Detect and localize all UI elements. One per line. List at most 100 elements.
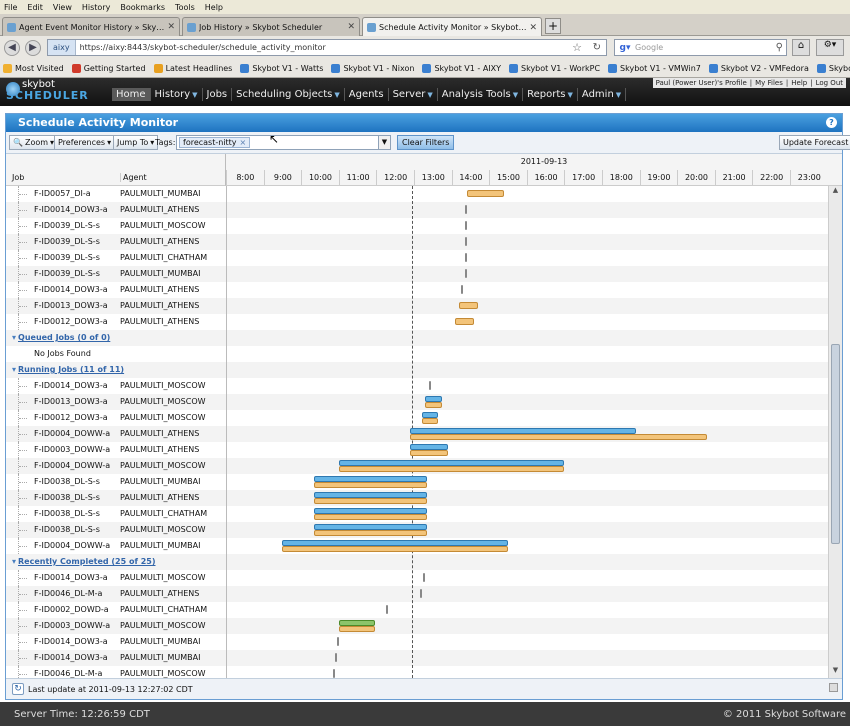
forecast-bar[interactable] [425,402,443,408]
group-title[interactable]: ▾ Recently Completed (25 of 25) [12,557,156,566]
job-marker[interactable] [464,237,467,246]
bookmark-item[interactable]: Most Visited [3,64,64,73]
job-marker[interactable] [464,269,467,278]
menu-item-help[interactable]: Help [205,3,223,12]
bookmark-item[interactable]: Skybot V1 - Nixon [331,64,414,73]
forward-arrow-icon[interactable]: ▶ [25,40,41,56]
job-name[interactable]: F-ID0004_DOWW-a [34,541,110,550]
back-arrow-icon[interactable]: ◀ [4,40,20,56]
job-name[interactable]: F-ID0038_DL-S-s [34,477,100,486]
remove-tag-icon[interactable]: × [240,138,247,147]
job-name[interactable]: F-ID0014_DOW3-a [34,573,108,582]
help-icon[interactable]: ? [826,117,837,128]
url-text[interactable]: https://aixy:8443/skybot-scheduler/sched… [76,43,326,52]
user-link[interactable]: Help [791,79,807,87]
agent-column-header[interactable]: Agent [120,173,147,182]
user-link[interactable]: Log Out [816,79,843,87]
chevron-down-icon[interactable]: ▾ [12,333,16,342]
group-title[interactable]: ▾ Queued Jobs (0 of 0) [12,333,110,342]
job-name[interactable]: F-ID0039_DL-S-s [34,253,100,262]
forecast-bar[interactable] [421,418,439,424]
job-name[interactable]: F-ID0003_DOWW-a [34,445,110,454]
google-icon[interactable]: g▾ [615,40,635,55]
forecast-bar[interactable] [410,450,448,456]
menu-item-bookmarks[interactable]: Bookmarks [120,3,165,12]
bookmark-item[interactable]: Getting Started [71,64,146,73]
job-name[interactable]: F-ID0039_DL-S-s [34,237,100,246]
job-name[interactable]: F-ID0038_DL-S-s [34,493,100,502]
job-name[interactable]: F-ID0003_DOWW-a [34,621,110,630]
menu-item-edit[interactable]: Edit [27,3,43,12]
chevron-down-icon[interactable]: ▾ [12,557,16,566]
job-marker[interactable] [464,205,467,214]
chevron-down-icon[interactable]: ▼ [378,136,390,149]
menu-item-file[interactable]: File [4,3,17,12]
menu-item-view[interactable]: View [53,3,72,12]
scroll-up-icon[interactable]: ▲ [829,186,842,198]
skybot-logo[interactable]: skybot SCHEDULER [6,80,89,101]
nav-item-history[interactable]: History ▼ [151,88,203,101]
user-link[interactable]: Paul (Power User)'s Profile [656,79,747,87]
bookmark-star-icon[interactable]: ☆ [572,41,582,54]
group-title[interactable]: ▾ Running Jobs (11 of 11) [12,365,124,374]
new-tab-button[interactable]: + [545,18,561,34]
job-name[interactable]: F-ID0013_DOW3-a [34,301,108,310]
job-name[interactable]: F-ID0038_DL-S-s [34,509,100,518]
forecast-bar[interactable] [455,318,475,325]
job-name[interactable]: F-ID0014_DOW3-a [34,205,108,214]
browser-tab[interactable]: Job History » Skybot Scheduler ✕ [182,17,360,36]
job-marker[interactable] [429,381,432,390]
job-name[interactable]: F-ID0004_DOWW-a [34,429,110,438]
nav-item-home[interactable]: Home [112,88,151,101]
bookmark-item[interactable]: Skybot V1 - Watts [240,64,323,73]
job-marker[interactable] [461,285,463,294]
tags-input[interactable]: forecast-nitty × ▼ [176,135,391,150]
job-name[interactable]: F-ID0013_DOW3-a [34,397,108,406]
resize-handle-icon[interactable] [829,683,838,692]
forecast-bar[interactable] [314,530,428,536]
site-identity[interactable]: aixy [48,40,76,55]
job-name[interactable]: F-ID0039_DL-S-s [34,221,100,230]
job-marker[interactable] [333,669,336,678]
forecast-bar[interactable] [282,546,508,552]
job-marker[interactable] [336,637,339,646]
job-name[interactable]: F-ID0012_DOW3-a [34,317,108,326]
job-name[interactable]: F-ID0057_DI-a [34,189,91,198]
job-marker[interactable] [464,253,467,262]
bookmark-item[interactable]: Latest Headlines [153,64,232,73]
preferences-button[interactable]: Preferences ▾ [54,135,116,150]
job-marker[interactable] [385,605,388,614]
bookmark-item[interactable]: Skybot-Washington [816,64,850,73]
job-name[interactable]: F-ID0046_DL-M-a [34,669,102,678]
job-name[interactable]: F-ID0014_DOW3-a [34,285,108,294]
nav-item-agents[interactable]: Agents [345,88,389,101]
scroll-thumb[interactable] [831,344,840,544]
job-name[interactable]: F-ID0014_DOW3-a [34,381,108,390]
job-marker[interactable] [335,653,338,662]
close-icon[interactable]: ✕ [347,22,355,32]
refresh-icon[interactable]: ↻ [12,683,24,695]
job-name[interactable]: F-ID0014_DOW3-a [34,653,108,662]
forecast-bar[interactable] [459,302,478,309]
nav-item-analysis-tools[interactable]: Analysis Tools ▼ [438,88,524,101]
nav-item-scheduling-objects[interactable]: Scheduling Objects ▼ [232,88,345,101]
forecast-bar[interactable] [314,482,428,488]
vertical-scrollbar[interactable]: ▲ ▼ [828,186,842,678]
nav-item-jobs[interactable]: Jobs [203,88,233,101]
browser-tab[interactable]: Agent Event Monitor History » Skybot Sc.… [2,17,180,36]
chevron-down-icon[interactable]: ▾ [12,365,16,374]
jump-to-button[interactable]: Jump To ▾ [113,135,159,150]
nav-item-reports[interactable]: Reports ▼ [523,88,578,101]
close-icon[interactable]: ✕ [167,22,175,32]
job-name[interactable]: F-ID0004_DOWW-a [34,461,110,470]
forecast-bar[interactable] [410,434,708,440]
job-marker[interactable] [464,221,467,230]
menu-item-tools[interactable]: Tools [175,3,195,12]
job-name[interactable]: F-ID0038_DL-S-s [34,525,100,534]
job-name[interactable]: F-ID0002_DOWD-a [34,605,109,614]
close-icon[interactable]: ✕ [529,23,537,33]
zoom-button[interactable]: 🔍 Zoom ▾ [9,135,59,150]
nav-item-server[interactable]: Server ▼ [389,88,438,101]
bookmark-item[interactable]: Skybot V1 - VMWin7 [608,64,701,73]
reload-icon[interactable]: ↻ [593,42,601,53]
